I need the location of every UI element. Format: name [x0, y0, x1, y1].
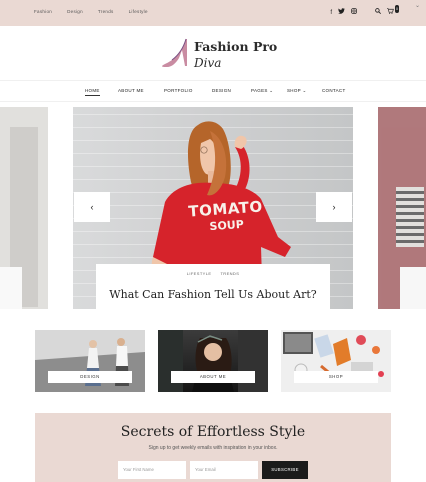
nav-shop-label: SHOP [287, 88, 301, 93]
twitter-icon[interactable] [338, 8, 345, 17]
newsletter-section: Secrets of Effortless Style Sign up to g… [35, 413, 391, 482]
logo-title: Fashion Pro [194, 39, 278, 54]
top-nav-item[interactable]: Design [67, 9, 83, 14]
nav-shop[interactable]: SHOP ⌄ [287, 88, 307, 94]
sweater-print: TOMATO SOUP [180, 197, 272, 235]
top-nav-item[interactable]: Trends [98, 9, 114, 14]
divider [0, 80, 426, 81]
chevron-down-icon: ⌄ [302, 88, 307, 93]
previous-slide-preview[interactable] [0, 107, 48, 309]
top-nav: Fashion Design Trends Lifestyle [34, 9, 148, 14]
card-label: ABOUT ME [171, 371, 255, 383]
nav-portfolio[interactable]: PORTFOLIO [164, 88, 193, 93]
slide-caption-panel [400, 267, 426, 309]
category-tag[interactable]: LIFESTYLE [187, 271, 212, 276]
chevron-down-icon[interactable]: ⌄ [415, 2, 420, 9]
logo-subtitle: Diva [194, 56, 222, 70]
next-slide-preview[interactable] [378, 107, 426, 309]
slide-caption: LIFESTYLE TRENDS What Can Fashion Tell U… [96, 264, 330, 309]
email-field[interactable]: Your Email [190, 461, 258, 479]
high-heel-icon [162, 38, 187, 67]
facebook-icon[interactable]: f [330, 9, 332, 17]
chevron-down-icon: ⌄ [269, 88, 274, 93]
search-icon[interactable] [375, 8, 381, 17]
card-label: SHOP [294, 371, 378, 383]
top-nav-item[interactable]: Lifestyle [129, 9, 148, 14]
slide-headline[interactable]: What Can Fashion Tell Us About Art? [96, 288, 330, 301]
newsletter-subtext: Sign up to get weekly emails with inspir… [148, 445, 278, 451]
divider [0, 101, 426, 102]
top-icons: f 0 [330, 5, 399, 17]
chevron-left-icon: ‹ [90, 202, 94, 212]
first-name-field[interactable]: Your First Name [118, 461, 186, 479]
top-bar: Fashion Design Trends Lifestyle f 0 ⌄ [0, 0, 426, 26]
slide-categories: LIFESTYLE TRENDS [96, 271, 330, 276]
slider-prev-button[interactable]: ‹ [74, 192, 110, 222]
cart-icon[interactable]: 0 [387, 5, 399, 17]
nav-home[interactable]: HOME [85, 88, 100, 96]
instagram-icon[interactable] [351, 8, 357, 17]
top-nav-item[interactable]: Fashion [34, 9, 52, 14]
subscribe-button[interactable]: SUBSCRIBE [262, 461, 308, 479]
newsletter-heading: Secrets of Effortless Style [120, 424, 306, 440]
slider-next-button[interactable]: › [316, 192, 352, 222]
chevron-right-icon: › [332, 202, 336, 212]
card-label: DESIGN [48, 371, 132, 383]
site-logo[interactable]: Fashion Pro Diva [160, 36, 280, 76]
nav-about-me[interactable]: ABOUT ME [118, 88, 144, 93]
nav-pages-label: PAGES [251, 88, 268, 93]
category-tag[interactable]: TRENDS [220, 271, 239, 276]
cart-count-badge: 0 [395, 5, 399, 13]
nav-contact[interactable]: CONTACT [322, 88, 346, 93]
nav-design[interactable]: DESIGN [212, 88, 231, 93]
featured-card-shop[interactable]: SHOP [281, 330, 391, 392]
slide-image [396, 187, 424, 247]
featured-card-design[interactable]: DESIGN [35, 330, 145, 392]
featured-card-about-me[interactable]: ABOUT ME [158, 330, 268, 392]
slide-caption-panel [0, 267, 22, 309]
nav-pages[interactable]: PAGES ⌄ [251, 88, 273, 94]
